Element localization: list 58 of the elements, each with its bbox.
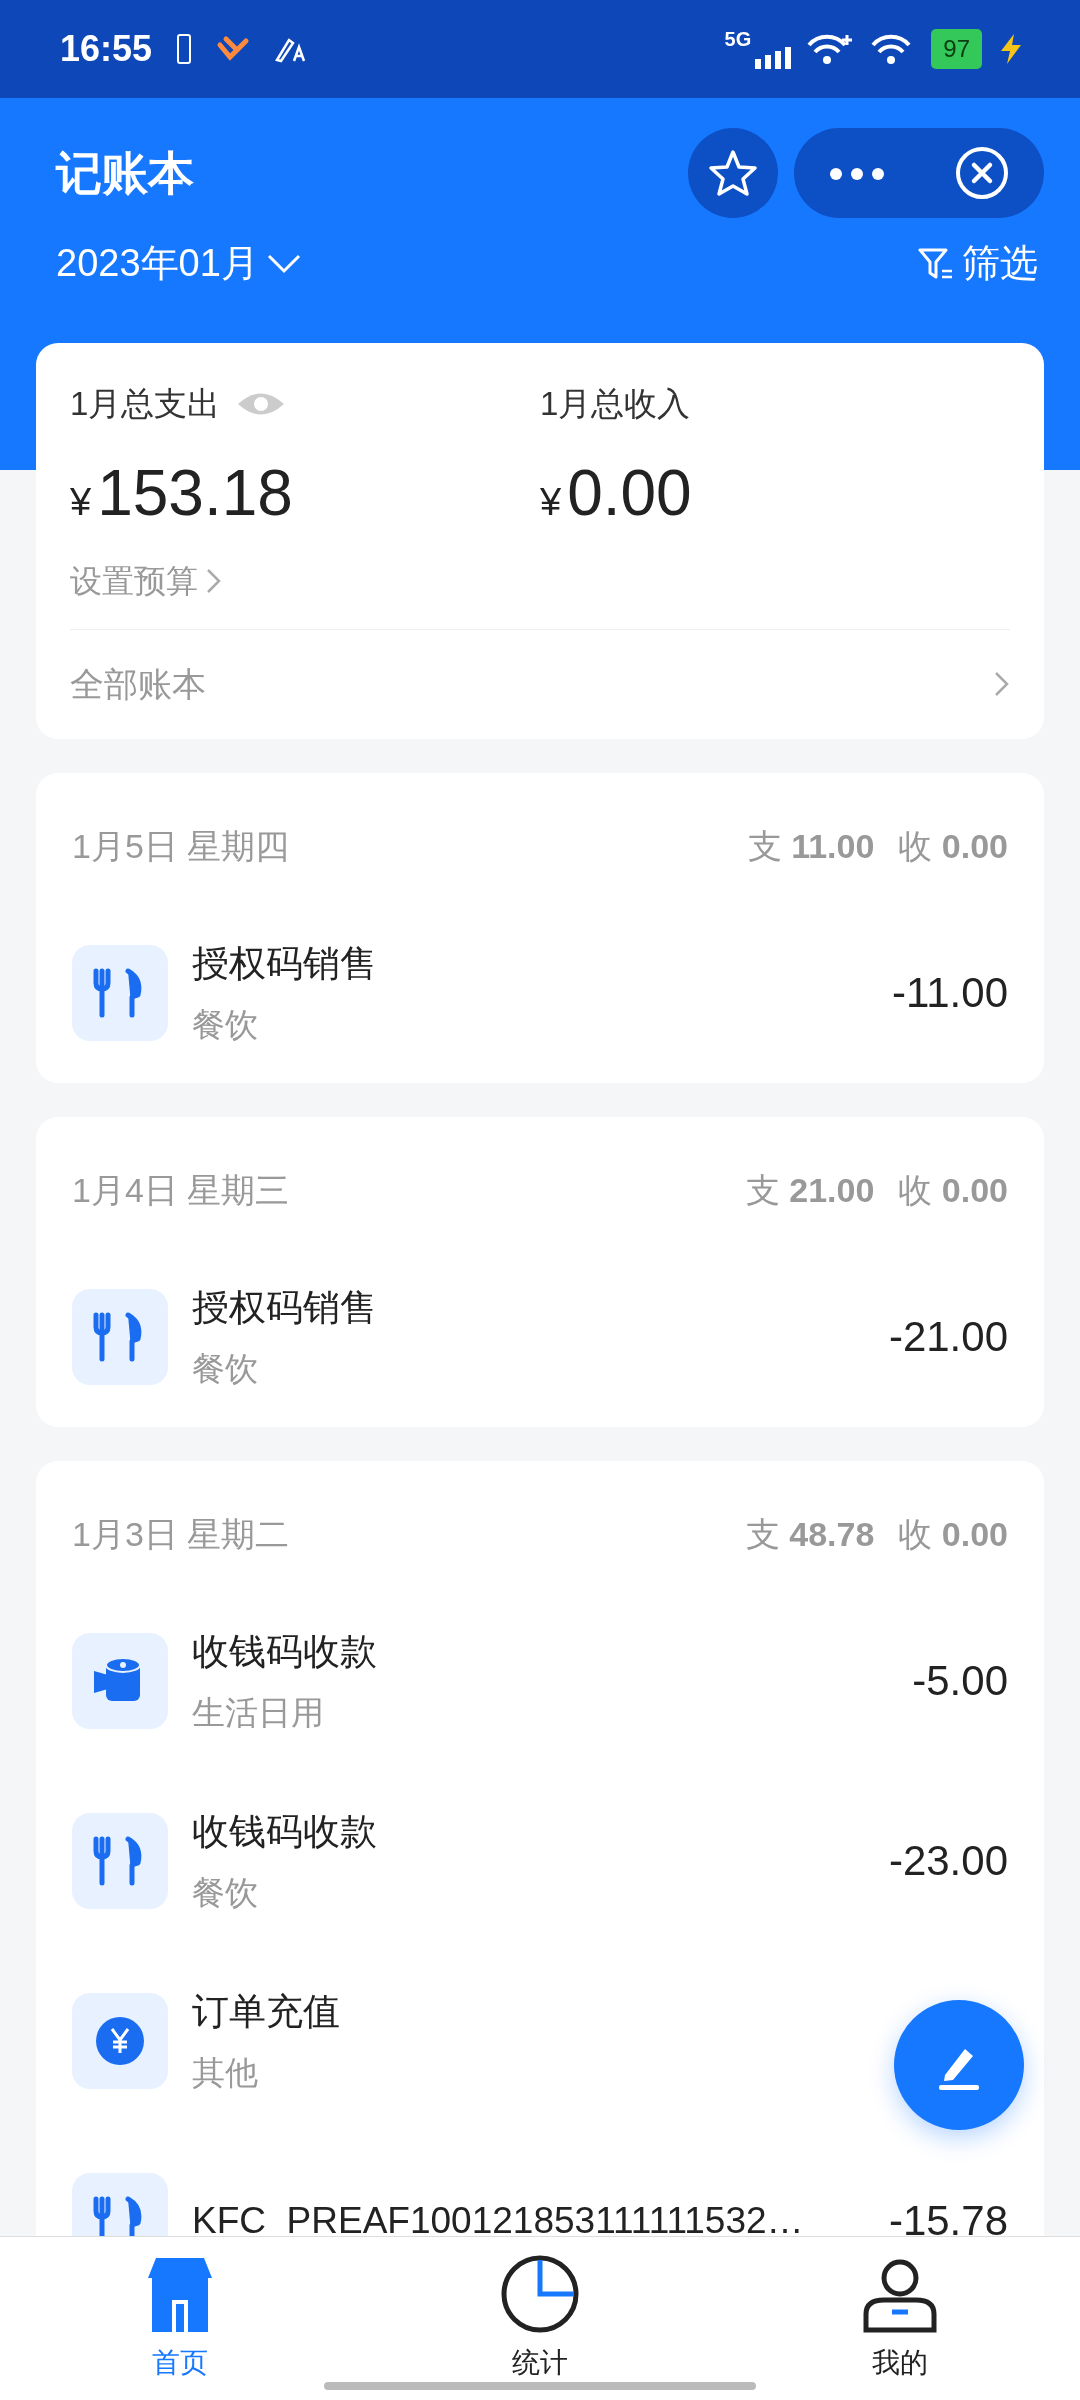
day-expense-total: 支 21.00 [745,1169,875,1211]
yen-coin-icon [72,1992,168,2089]
all-books-row[interactable]: 全部账本 [70,628,1010,739]
entry-title: 授权码销售 [192,942,377,986]
summary-amount: 0.00 [567,455,692,531]
summary-amount: 153.18 [97,455,293,531]
entry-title: 订单充值 [192,1990,340,2034]
summary-label: 1月总收入 [540,384,691,424]
filter-icon [918,246,954,281]
filter-button[interactable]: 筛选 [912,234,1044,293]
close-icon [955,146,1009,200]
clock-time: 16:55 [60,27,153,71]
pie-chart-icon [500,2253,580,2334]
entry-category: 生活日用 [192,1692,324,1733]
entry-title: 收钱码收款 [192,1630,377,1674]
entry-title: KFC_PREAF100121853111111532… [192,2198,804,2236]
close-button[interactable] [955,146,1009,200]
summary-label: 1月总支出 [70,384,221,424]
nav-tab[interactable]: 首页 [80,2252,280,2385]
day-date: 1月3日 星期二 [72,1513,290,1555]
day-date: 1月4日 星期三 [72,1169,290,1211]
entry-amount: -21.00 [888,1312,1008,1362]
month-selector[interactable]: 2023年01月 [56,235,301,292]
signal-icon [755,45,792,69]
currency-symbol: ¥ [540,479,562,525]
pen-icon [274,35,307,63]
chevron-right-icon [206,567,222,594]
star-icon [708,149,758,197]
nav-tab[interactable]: 统计 [440,2252,640,2385]
currency-symbol: ¥ [70,479,92,525]
day-expense-total: 支 48.78 [745,1513,875,1555]
day-expense-total: 支 11.00 [747,825,875,867]
entry-category: 餐饮 [192,1872,258,1913]
day-income-total: 收 0.00 [898,825,1008,867]
day-date: 1月5日 星期四 [72,825,290,867]
budget-link[interactable]: 设置预算 [70,556,222,605]
app-title: 记账本 [56,145,194,201]
fork-knife-icon [72,944,168,1041]
day-income-total: 收 0.00 [898,1169,1008,1211]
entry-amount: -11.00 [892,968,1008,1018]
entry-category: 其他 [192,2052,258,2093]
fork-knife-icon [72,1812,168,1909]
entry-title: 收钱码收款 [192,1810,377,1854]
entry-amount: -23.00 [888,1836,1008,1886]
more-icon [829,166,885,181]
entry-amount: -15.78 [888,2196,1008,2236]
chevron-down-icon [266,253,301,274]
entry-amount: -5.00 [912,1656,1008,1706]
phone-icon [176,33,193,65]
day-income-total: 收 0.00 [898,1513,1008,1555]
battery-level: 97 [931,29,982,69]
fork-knife-icon [72,1288,168,1385]
entry-category: 餐饮 [192,1348,258,1389]
network-label: 5G [724,29,752,49]
entry-title: 授权码销售 [192,1286,377,1330]
nav-tab[interactable]: 我的 [800,2252,1000,2385]
entry-category: 餐饮 [192,1004,258,1045]
chevron-right-icon [994,671,1010,697]
